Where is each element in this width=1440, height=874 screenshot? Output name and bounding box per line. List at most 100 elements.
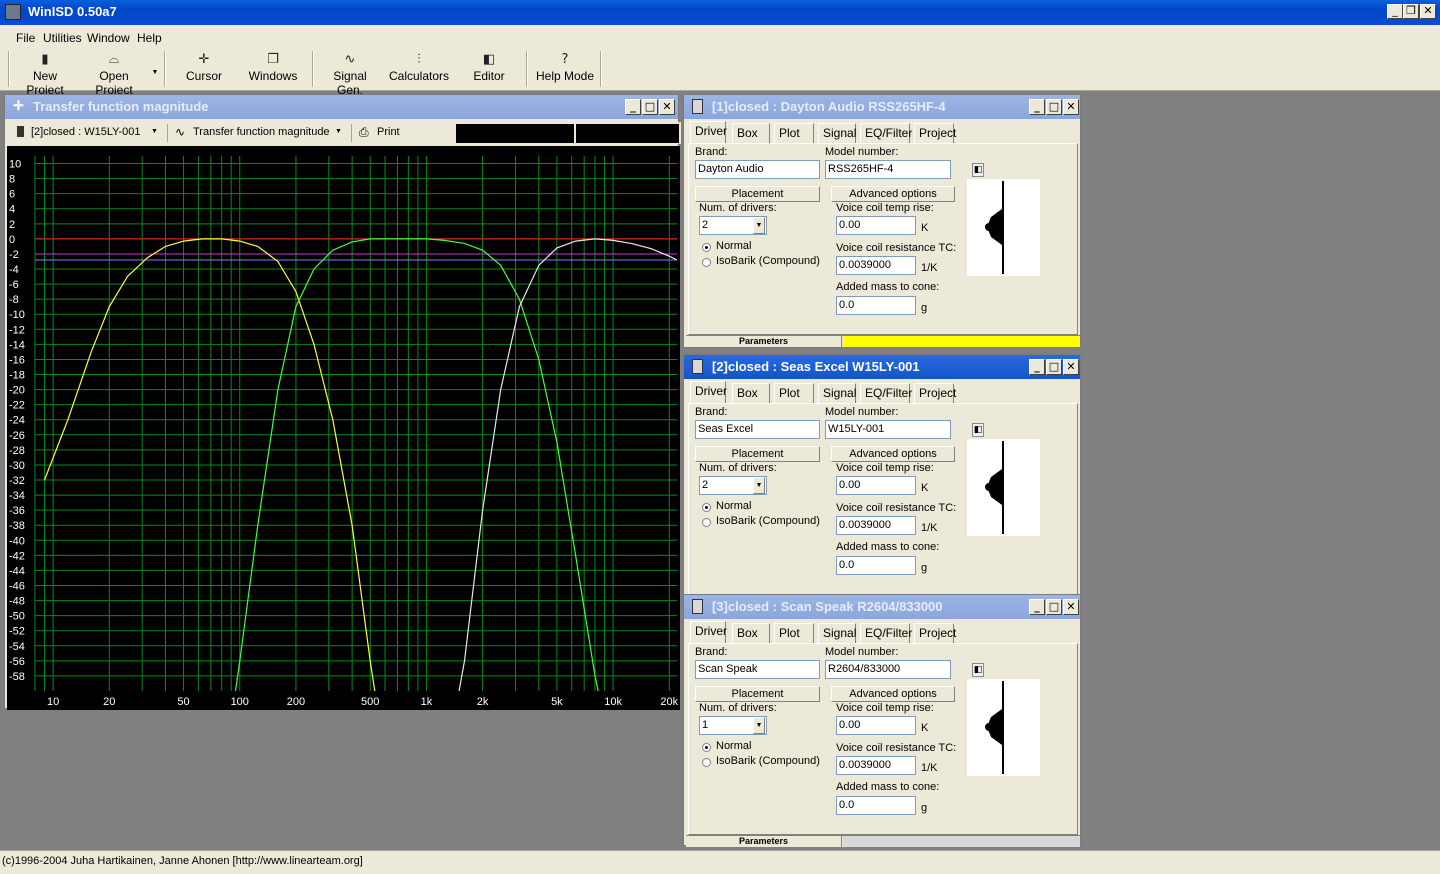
y-tick-label: -46 <box>9 581 25 593</box>
chevron-down-icon[interactable]: ▼ <box>151 128 158 135</box>
brand-field[interactable]: Scan Speak <box>695 660 820 679</box>
vc-temp-field[interactable]: 0.00 <box>836 476 916 495</box>
chevron-down-icon[interactable]: ▼ <box>753 717 765 734</box>
menu-window[interactable]: Window <box>87 31 130 45</box>
added-mass-field[interactable]: 0.0 <box>836 556 916 575</box>
placement-button[interactable]: Placement <box>695 686 820 702</box>
num-drivers-select[interactable]: 2 ▼ <box>699 216 767 235</box>
vc-temp-field[interactable]: 0.00 <box>836 716 916 735</box>
parameters-bar[interactable]: Parameters <box>686 335 1080 347</box>
normal-radio[interactable] <box>702 243 711 252</box>
placement-button[interactable]: Placement <box>695 186 820 202</box>
minimize-button[interactable]: _ <box>1029 359 1045 375</box>
project-select[interactable]: [2]closed : W15LY-001 <box>31 126 140 138</box>
parameters-bar[interactable]: Parameters <box>686 835 1080 847</box>
driver-panel: Brand: Model number: Seas Excel W15LY-001 ◧ P… <box>688 403 1078 595</box>
tab-plot[interactable]: Plot <box>774 623 814 643</box>
editor-button[interactable]: ◧ Editor <box>466 51 512 87</box>
close-button[interactable]: ✕ <box>1063 99 1079 115</box>
isobarik-radio[interactable] <box>702 258 711 267</box>
speaker-icon[interactable]: ◧ <box>972 663 984 677</box>
tab-project[interactable]: Project <box>914 383 956 403</box>
speaker-icon[interactable]: ◧ <box>972 423 984 437</box>
minimize-button[interactable]: _ <box>625 99 641 115</box>
tab-driver[interactable]: Driver <box>690 381 727 403</box>
model-field[interactable]: W15LY-001 <box>825 420 951 439</box>
speaker-icon[interactable]: ◧ <box>972 163 984 177</box>
brand-field[interactable]: Dayton Audio <box>695 160 820 179</box>
transfer-plot[interactable]: 10 8 6 4 2 0 -2 -4 -6 -8 -10 -12 -14 -16 -18 -20 -22 -24-… <box>7 146 680 710</box>
plot-type-select[interactable]: Transfer function magnitude <box>193 126 330 138</box>
cursor-button[interactable]: ✛ Cursor <box>180 51 228 87</box>
calculators-button[interactable]: ⫶ Calculators <box>388 51 450 87</box>
model-field[interactable]: R2604/833000 <box>825 660 951 679</box>
maximize-button[interactable]: □ <box>1046 359 1062 375</box>
advanced-options-button[interactable]: Advanced options <box>831 446 955 462</box>
added-mass-field[interactable]: 0.0 <box>836 796 916 815</box>
tab-box[interactable]: Box <box>732 383 770 403</box>
tab-project[interactable]: Project <box>914 623 956 643</box>
windows-button[interactable]: ❐ Windows <box>244 51 302 87</box>
close-button[interactable]: ✕ <box>1420 4 1436 19</box>
minimize-button[interactable]: _ <box>1029 99 1045 115</box>
tab-eq-filter[interactable]: EQ/Filter <box>860 383 912 403</box>
maximize-button[interactable]: □ <box>1046 599 1062 615</box>
menu-utilities[interactable]: Utilities <box>43 31 82 45</box>
normal-radio[interactable] <box>702 503 711 512</box>
maximize-button[interactable]: □ <box>1046 99 1062 115</box>
close-button[interactable]: ✕ <box>1063 359 1079 375</box>
vc-tc-field[interactable]: 0.0039000 <box>836 516 916 535</box>
added-mass-field[interactable]: 0.0 <box>836 296 916 315</box>
print-button[interactable]: Print <box>377 126 400 138</box>
chevron-down-icon[interactable]: ▼ <box>335 128 342 135</box>
y-tick-label: -14 <box>9 339 25 351</box>
normal-radio[interactable] <box>702 743 711 752</box>
num-drivers-select[interactable]: 1 ▼ <box>699 716 767 735</box>
minimize-button[interactable]: _ <box>1387 4 1403 19</box>
restore-button[interactable]: ❐ <box>1403 4 1419 19</box>
added-mass-unit: g <box>921 562 928 574</box>
chevron-down-icon[interactable]: ▼ <box>753 477 765 494</box>
y-tick-label: -48 <box>9 596 25 608</box>
help-mode-button[interactable]: ? Help Mode <box>534 51 596 87</box>
tab-eq-filter[interactable]: EQ/Filter <box>860 623 912 643</box>
tab-signal[interactable]: Signal <box>818 123 856 143</box>
close-button[interactable]: ✕ <box>1063 599 1079 615</box>
tab-driver[interactable]: Driver <box>690 121 727 143</box>
tab-signal[interactable]: Signal <box>818 383 856 403</box>
menu-file[interactable]: File <box>16 31 35 45</box>
minimize-button[interactable]: _ <box>1029 599 1045 615</box>
advanced-options-button[interactable]: Advanced options <box>831 186 955 202</box>
y-tick-label: 4 <box>9 204 15 216</box>
tab-plot[interactable]: Plot <box>774 123 814 143</box>
vc-tc-field[interactable]: 0.0039000 <box>836 756 916 775</box>
tab-box[interactable]: Box <box>732 623 770 643</box>
chevron-down-icon[interactable]: ▼ <box>753 217 765 234</box>
app-icon <box>5 4 21 20</box>
tab-plot[interactable]: Plot <box>774 383 814 403</box>
open-project-button[interactable]: ⌓ Open Project <box>80 51 148 97</box>
driver-cross-section-icon <box>985 681 1004 774</box>
advanced-options-button[interactable]: Advanced options <box>831 686 955 702</box>
x-tick-label: 5k <box>551 696 563 708</box>
tab-driver[interactable]: Driver <box>690 621 727 643</box>
model-field[interactable]: RSS265HF-4 <box>825 160 951 179</box>
vc-tc-field[interactable]: 0.0039000 <box>836 256 916 275</box>
tab-signal[interactable]: Signal <box>818 623 856 643</box>
num-drivers-select[interactable]: 2 ▼ <box>699 476 767 495</box>
maximize-button[interactable]: □ <box>642 99 658 115</box>
vc-temp-field[interactable]: 0.00 <box>836 216 916 235</box>
tab-eq-filter[interactable]: EQ/Filter <box>860 123 912 143</box>
isobarik-radio[interactable] <box>702 758 711 767</box>
new-project-button[interactable]: ▮ New Project <box>14 51 76 97</box>
isobarik-radio[interactable] <box>702 518 711 527</box>
tab-project[interactable]: Project <box>914 123 956 143</box>
tab-box[interactable]: Box <box>732 123 770 143</box>
brand-field[interactable]: Seas Excel <box>695 420 820 439</box>
placement-button[interactable]: Placement <box>695 446 820 462</box>
transfer-window-titlebar: ✛ Transfer function magnitude _ □ ✕ <box>5 95 678 119</box>
close-button[interactable]: ✕ <box>659 99 675 115</box>
isobarik-label: IsoBarik (Compound) <box>716 255 820 267</box>
menu-help[interactable]: Help <box>137 31 162 45</box>
signal-gen-button[interactable]: ∿ Signal Gen. <box>320 51 380 97</box>
